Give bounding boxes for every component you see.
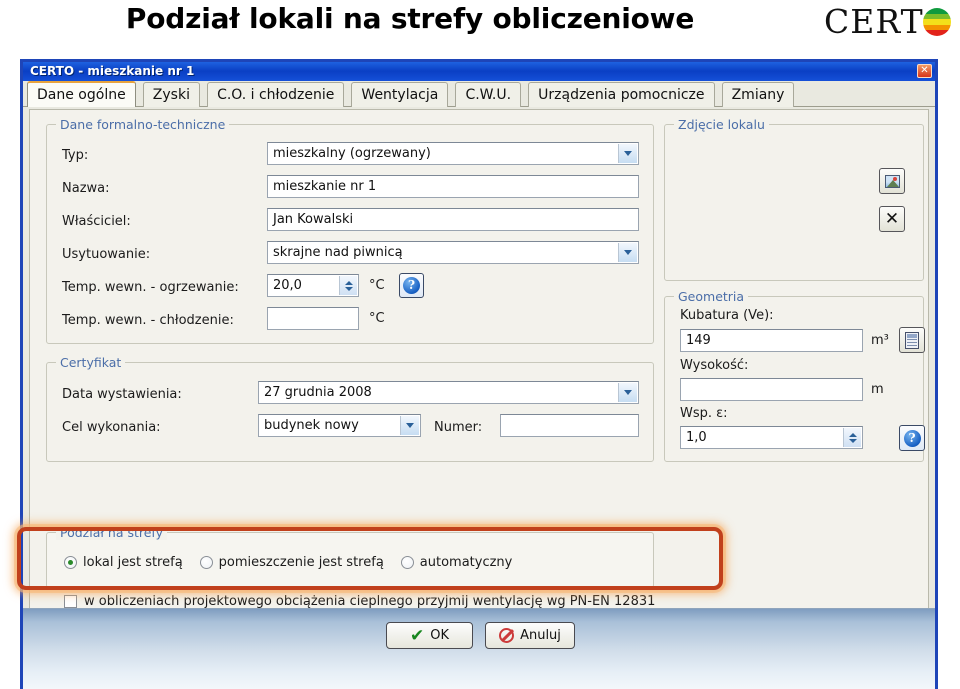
group-label-certyfikat: Certyfikat — [56, 355, 126, 370]
tab-wentylacja[interactable]: Wentylacja — [351, 82, 449, 107]
logo-text: CERT — [824, 2, 924, 41]
usytuowanie-select-value: skrajne nad piwnicą — [273, 245, 403, 260]
page-title: Podział lokali na strefy obliczeniowe — [125, 2, 695, 35]
radio-lokal-jest-strefa[interactable] — [64, 556, 77, 569]
temp-ogrzewanie-help-button[interactable]: ? — [399, 273, 424, 298]
certo-logo: CERT — [824, 3, 958, 45]
check-icon: ✔ — [409, 625, 425, 646]
tab-cwu[interactable]: C.W.U. — [455, 82, 522, 107]
group-label-zdjecie-lokalu: Zdjęcie lokalu — [674, 117, 769, 132]
chevron-down-icon[interactable] — [618, 383, 637, 402]
unit-wysokosc: m — [871, 382, 884, 397]
picture-icon — [884, 174, 900, 188]
dialog-footer: ✔ OK Anuluj — [23, 608, 935, 689]
close-icon[interactable]: ✕ — [917, 64, 932, 78]
usytuowanie-select[interactable]: skrajne nad piwnicą — [267, 241, 639, 264]
unit-temp-chlodzenie: °C — [369, 311, 385, 326]
label-wsp-epsilon: Wsp. ε: — [680, 406, 728, 421]
cancel-button-label: Anuluj — [520, 628, 561, 643]
wysokosc-input[interactable] — [680, 378, 863, 401]
calculator-icon — [905, 331, 919, 349]
tab-zyski[interactable]: Zyski — [142, 82, 200, 107]
page-header: Podział lokali na strefy obliczeniowe CE… — [0, 0, 960, 52]
deny-icon — [499, 628, 515, 643]
group-label-geometria: Geometria — [674, 289, 749, 304]
chevron-down-icon[interactable] — [618, 144, 637, 163]
tab-co-i-chlodzenie[interactable]: C.O. i chłodzenie — [207, 82, 345, 107]
label-cel-wykonania: Cel wykonania: — [62, 420, 161, 435]
wsp-epsilon-value: 1,0 — [686, 430, 707, 445]
data-wystawienia-value: 27 grudnia 2008 — [264, 385, 372, 400]
stepper-arrows-icon[interactable] — [843, 428, 861, 447]
kubatura-input[interactable]: 149 — [680, 329, 863, 352]
radio-label-pomieszczenie-jest-strefa: pomieszczenie jest strefą — [218, 555, 384, 570]
application-window: CERTO - mieszkanie nr 1 ✕ Dane ogólne Zy… — [17, 59, 938, 689]
geometria-help-button[interactable]: ? — [899, 425, 925, 451]
numer-input[interactable] — [500, 414, 639, 437]
group-label-podzial-na-strefy: Podział na strefy — [56, 525, 167, 540]
label-temp-ogrzewanie: Temp. wewn. - ogrzewanie: — [62, 280, 239, 295]
kubatura-calculator-button[interactable] — [899, 327, 925, 353]
radio-pomieszczenie-jest-strefa[interactable] — [199, 556, 213, 569]
vent-checkbox-label: w obliczeniach projektowego obciążenia c… — [84, 594, 656, 609]
tab-bar: Dane ogólne Zyski C.O. i chłodzenie Went… — [23, 81, 935, 107]
ok-button[interactable]: ✔ OK — [386, 622, 473, 649]
radio-label-automatyczny: automatyczny — [419, 555, 513, 570]
label-usytuowanie: Usytuowanie: — [62, 247, 151, 262]
tab-urzadzenia-pomocnicze[interactable]: Urządzenia pomocnicze — [528, 82, 715, 107]
question-mark-icon: ? — [903, 429, 921, 447]
window-title: CERTO - mieszkanie nr 1 — [30, 64, 195, 78]
label-data-wystawienia: Data wystawienia: — [62, 387, 182, 402]
group-label-dane-formalno-techniczne: Dane formalno-techniczne — [56, 117, 230, 132]
group-certyfikat: Certyfikat — [46, 355, 654, 462]
chevron-down-icon[interactable] — [400, 416, 419, 435]
cel-wykonania-value: budynek nowy — [264, 418, 359, 433]
vent-checkbox-row[interactable]: w obliczeniach projektowego obciążenia c… — [64, 594, 672, 609]
wlasciciel-input[interactable]: Jan Kowalski — [267, 208, 639, 231]
cancel-button[interactable]: Anuluj — [485, 622, 575, 649]
unit-kubatura: m³ — [871, 333, 889, 348]
label-typ: Typ: — [62, 148, 89, 163]
tab-content-dane-ogolne: Dane formalno-techniczne Typ: mieszkalny… — [17, 109, 929, 654]
wsp-epsilon-stepper[interactable]: 1,0 — [680, 426, 863, 449]
typ-select-value: mieszkalny (ogrzewany) — [273, 146, 431, 161]
vent-checkbox[interactable] — [64, 595, 77, 608]
load-photo-button[interactable] — [879, 168, 905, 194]
x-icon: ✕ — [884, 209, 900, 229]
chevron-down-icon[interactable] — [618, 243, 637, 262]
temp-ogrzewanie-value: 20,0 — [273, 278, 302, 293]
radio-automatyczny[interactable] — [400, 556, 414, 569]
ok-button-label: OK — [430, 628, 449, 643]
group-zdjecie-lokalu: Zdjęcie lokalu — [664, 117, 924, 281]
nazwa-input[interactable]: mieszkanie nr 1 — [267, 175, 639, 198]
tab-dane-ogolne[interactable]: Dane ogólne — [27, 81, 136, 107]
cel-wykonania-select[interactable]: budynek nowy — [258, 414, 421, 437]
label-wysokosc: Wysokość: — [680, 358, 749, 373]
window-titlebar: CERTO - mieszkanie nr 1 ✕ — [23, 62, 935, 81]
label-wlasciciel: Właściciel: — [62, 214, 131, 229]
stepper-arrows-icon[interactable] — [339, 276, 357, 295]
data-wystawienia-select[interactable]: 27 grudnia 2008 — [258, 381, 639, 404]
podzial-radio-group: lokal jest strefą pomieszczenie jest str… — [64, 555, 529, 570]
unit-temp-ogrzewanie: °C — [369, 278, 385, 293]
label-kubatura: Kubatura (Ve): — [680, 308, 774, 323]
delete-photo-button[interactable]: ✕ — [879, 206, 905, 232]
energy-label-circle-icon — [923, 8, 951, 36]
temp-ogrzewanie-stepper[interactable]: 20,0 — [267, 274, 359, 297]
label-temp-chlodzenie: Temp. wewn. - chłodzenie: — [62, 313, 234, 328]
question-mark-icon: ? — [403, 277, 420, 294]
label-numer: Numer: — [434, 420, 483, 435]
temp-chlodzenie-input[interactable] — [267, 307, 359, 330]
radio-label-lokal-jest-strefa: lokal jest strefą — [83, 555, 183, 570]
label-nazwa: Nazwa: — [62, 181, 110, 196]
typ-select[interactable]: mieszkalny (ogrzewany) — [267, 142, 639, 165]
tab-zmiany[interactable]: Zmiany — [721, 82, 795, 107]
